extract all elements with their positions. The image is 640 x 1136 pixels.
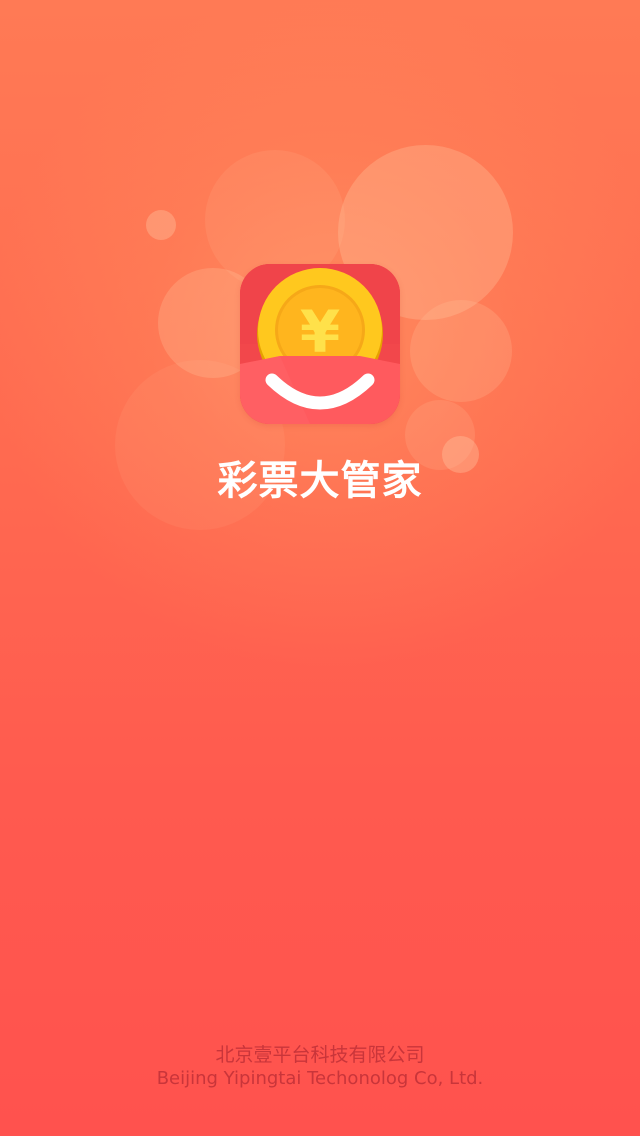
lottery-coin-smile-icon: ¥ xyxy=(240,264,400,424)
company-name-cn: 北京壹平台科技有限公司 xyxy=(215,1044,425,1066)
app-title: 彩票大管家 xyxy=(217,458,423,504)
company-name-en: Beijing Yipingtai Techonolog Co, Ltd. xyxy=(156,1068,484,1089)
yen-glyph: ¥ xyxy=(300,298,340,366)
bokeh-circle xyxy=(146,210,176,240)
bokeh-circle xyxy=(410,300,512,402)
